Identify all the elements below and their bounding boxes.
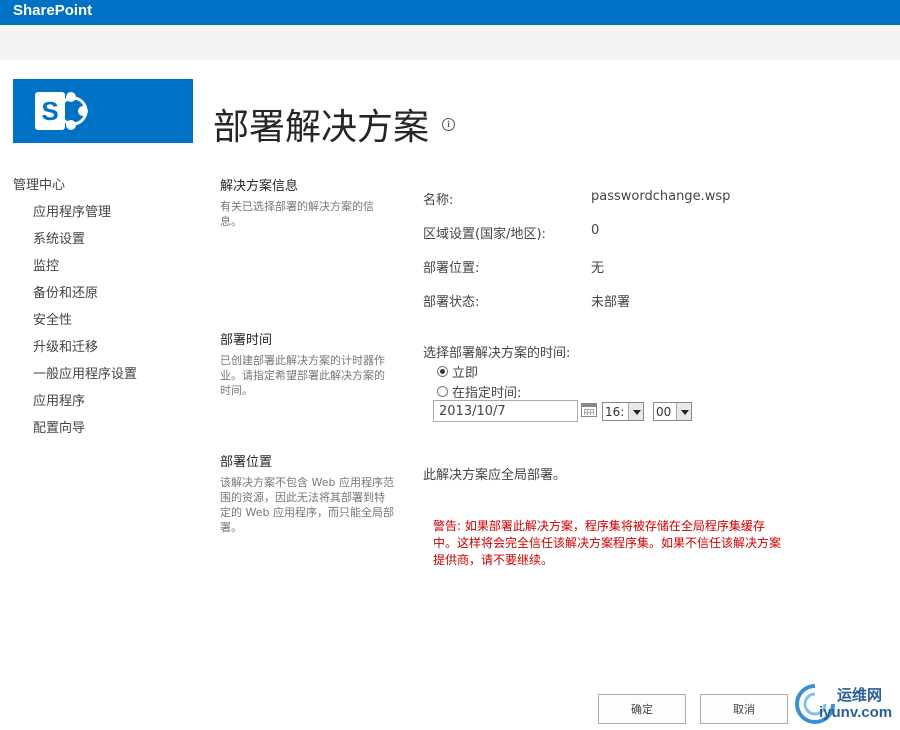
radio-specified[interactable] [437,386,448,397]
info-icon[interactable]: i [442,118,455,131]
radio-now-label[interactable]: 立即 [452,362,478,381]
prop-value-status: 未部署 [591,295,631,310]
section-title-deploy-time: 部署时间 [220,333,273,348]
nav-item-config-wizards[interactable]: 配置向导 [33,417,85,436]
watermark-en: iyunv.com [819,704,893,721]
minute-select[interactable]: 00 [653,402,692,421]
prop-label-locale: 区域设置(国家/地区): [423,227,546,242]
minute-select-value: 00 [656,404,672,419]
prop-value-name: passwordchange.wsp [591,189,731,204]
nav-item-general-settings[interactable]: 一般应用程序设置 [33,363,137,382]
prop-value-location: 无 [591,261,605,276]
section-title-deploy-location: 部署位置 [220,455,273,470]
watermark: 运维网 iyunv.com [793,682,898,726]
suite-bar-brand[interactable]: SharePoint [13,2,92,19]
ribbon-area [0,25,900,60]
nav-item-monitoring[interactable]: 监控 [33,255,59,274]
prop-label-location: 部署位置: [423,261,480,276]
warning-message: 警告: 如果部署此解决方案，程序集将被存储在全局程序集缓存中。这样将会完全信任该… [433,519,782,567]
watermark-cn: 运维网 [837,686,883,704]
nav-item-apps[interactable]: 应用程序 [33,390,85,409]
nav-item-system-settings[interactable]: 系统设置 [33,228,85,247]
prop-value-locale: 0 [591,223,600,238]
nav-item-security[interactable]: 安全性 [33,309,72,328]
deploy-location-text: 此解决方案应全局部署。 [423,468,567,483]
section-desc-solution-info: 有关已选择部署的解决方案的信息。 [220,200,374,228]
radio-option-specified[interactable]: 在指定时间: [437,382,521,401]
sharepoint-logo-icon: S [35,92,88,130]
logo-letter: S [41,96,58,126]
suite-bar: SharePoint [0,0,900,25]
chevron-down-icon[interactable] [628,403,643,420]
radio-option-now[interactable]: 立即 [437,362,478,381]
calendar-icon[interactable] [581,403,597,417]
nav-item-backup-restore[interactable]: 备份和还原 [33,282,98,301]
section-desc-deploy-time: 已创建部署此解决方案的计时器作业。请指定希望部署此解决方案的时间。 [220,354,385,397]
hour-select-value: 16: [605,404,625,419]
site-logo[interactable]: S [13,79,193,143]
section-desc-deploy-location: 该解决方案不包含 Web 应用程序范围的资源，因此无法将其部署到特定的 Web … [220,476,394,534]
page-title: 部署解决方案 [213,107,430,148]
radio-specified-label[interactable]: 在指定时间: [452,382,521,401]
date-input[interactable] [433,400,578,422]
radio-now[interactable] [437,366,448,377]
schedule-label: 选择部署解决方案的时间: [423,346,571,361]
cancel-button[interactable]: 取消 [700,694,788,724]
section-title-solution-info: 解决方案信息 [220,179,299,194]
prop-label-name: 名称: [423,193,454,208]
ok-button[interactable]: 确定 [598,694,686,724]
chevron-down-icon[interactable] [676,403,691,420]
hour-select[interactable]: 16: [602,402,644,421]
quick-launch-heading[interactable]: 管理中心 [13,174,65,193]
prop-label-status: 部署状态: [423,295,480,310]
nav-item-app-management[interactable]: 应用程序管理 [33,201,111,220]
nav-item-upgrade-migration[interactable]: 升级和迁移 [33,336,98,355]
